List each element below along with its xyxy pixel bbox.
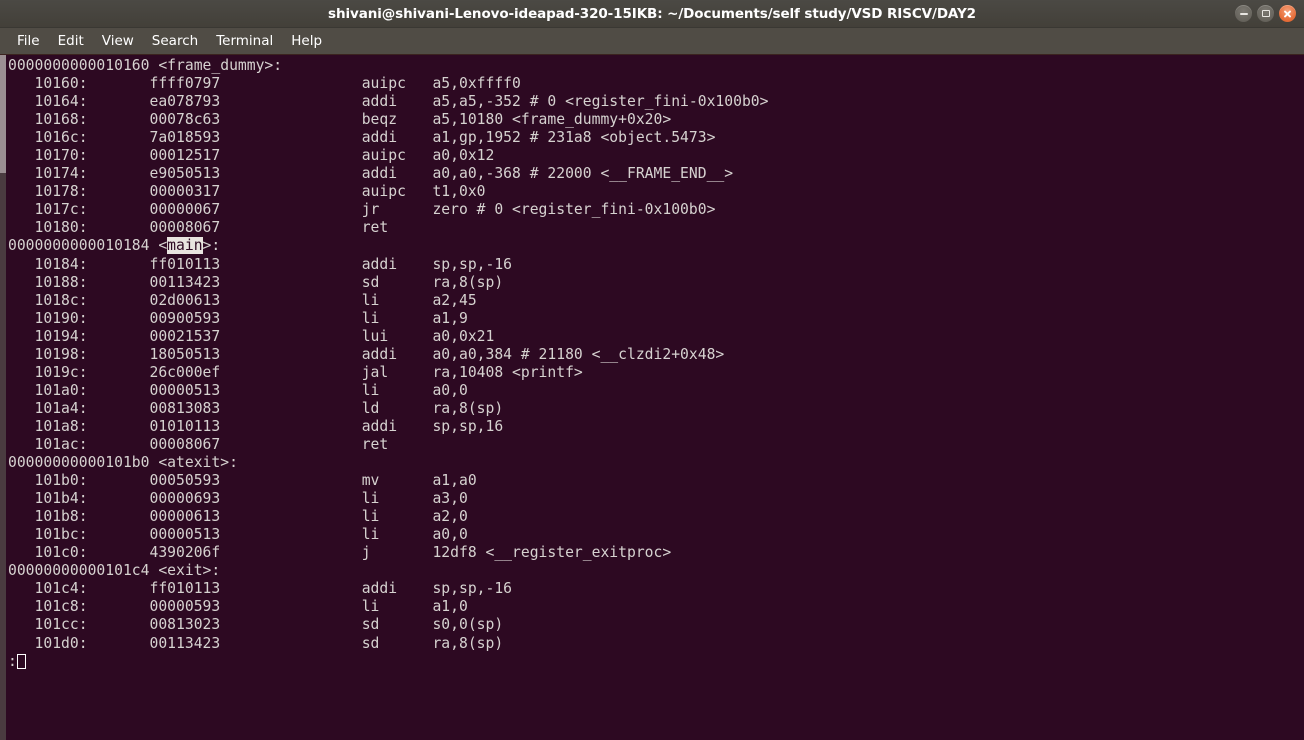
terminal-line: 10190: 00900593 li a1,9 [8, 309, 468, 327]
terminal-line: 101b8: 00000613 li a2,0 [8, 508, 468, 526]
pager-prompt-text: : [8, 652, 17, 670]
terminal-line: 101cc: 00813023 sd s0,0(sp) [8, 616, 504, 634]
menu-item-edit[interactable]: Edit [49, 31, 93, 51]
terminal-line: 10164: ea078793 addi a5,a5,-352 # 0 <reg… [8, 93, 769, 111]
maximize-button[interactable] [1257, 5, 1274, 22]
window-title: shivani@shivani-Lenovo-ideapad-320-15IKB… [328, 5, 976, 22]
search-highlight: main [167, 237, 203, 255]
terminal-line: 10170: 00012517 auipc a0,0x12 [8, 147, 495, 165]
terminal-line: 101d0: 00113423 sd ra,8(sp) [8, 634, 504, 652]
terminal-line: 10168: 00078c63 beqz a5,10180 <frame_dum… [8, 111, 672, 129]
terminal-line: 101bc: 00000513 li a0,0 [8, 526, 468, 544]
menu-item-file[interactable]: File [8, 31, 49, 51]
terminal-output[interactable]: 0000000000010160 <frame_dummy>: 10160: f… [6, 55, 1304, 740]
text-cursor [16, 653, 26, 669]
terminal-line: 101b4: 00000693 li a3,0 [8, 490, 468, 508]
terminal-line: 101c8: 00000593 li a1,0 [8, 598, 468, 616]
window-controls [1235, 0, 1296, 27]
terminal-line: 1016c: 7a018593 addi a1,gp,1952 # 231a8 … [8, 129, 716, 147]
terminal-line: 1019c: 26c000ef jal ra,10408 <printf> [8, 363, 583, 381]
close-button[interactable] [1279, 5, 1296, 22]
menu-bar: File Edit View Search Terminal Help [0, 28, 1304, 55]
terminal-line: 0000000000010184 <main>: [8, 237, 221, 255]
terminal-line: 10174: e9050513 addi a0,a0,-368 # 22000 … [8, 165, 734, 183]
terminal-line: 101a8: 01010113 addi sp,sp,16 [8, 417, 504, 435]
maximize-icon [1261, 10, 1270, 17]
terminal-line: 10180: 00008067 ret [8, 219, 389, 237]
terminal-line: 1017c: 00000067 jr zero # 0 <register_fi… [8, 201, 716, 219]
pager-prompt[interactable]: : [6, 653, 1304, 671]
terminal-line: 00000000000101b0 <atexit>: [8, 454, 238, 472]
minimize-icon [1239, 12, 1248, 15]
title-bar[interactable]: shivani@shivani-Lenovo-ideapad-320-15IKB… [0, 0, 1304, 28]
terminal-line: 10184: ff010113 addi sp,sp,-16 [8, 255, 513, 273]
terminal-line: 101c0: 4390206f j 12df8 <__register_exit… [8, 544, 672, 562]
menu-item-view[interactable]: View [93, 31, 143, 51]
menu-item-terminal[interactable]: Terminal [207, 31, 282, 51]
terminal-line: 10188: 00113423 sd ra,8(sp) [8, 273, 504, 291]
terminal-line: 101ac: 00008067 ret [8, 435, 389, 453]
menu-item-help[interactable]: Help [282, 31, 331, 51]
terminal-line: 10194: 00021537 lui a0,0x21 [8, 327, 495, 345]
terminal-line: 10160: ffff0797 auipc a5,0xffff0 [8, 75, 521, 93]
terminal-line: 101c4: ff010113 addi sp,sp,-16 [8, 580, 513, 598]
close-icon [1283, 9, 1292, 18]
terminal-window: shivani@shivani-Lenovo-ideapad-320-15IKB… [0, 0, 1304, 740]
terminal-line: 0000000000010160 <frame_dummy>: [8, 57, 283, 74]
terminal-line: 10198: 18050513 addi a0,a0,384 # 21180 <… [8, 345, 725, 363]
terminal-line: 00000000000101c4 <exit>: [8, 562, 221, 580]
minimize-button[interactable] [1235, 5, 1252, 22]
terminal-line: 101a0: 00000513 li a0,0 [8, 381, 468, 399]
terminal-line: 101a4: 00813083 ld ra,8(sp) [8, 399, 504, 417]
terminal-line: 10178: 00000317 auipc t1,0x0 [8, 183, 486, 201]
terminal-line: 101b0: 00050593 mv a1,a0 [8, 472, 477, 490]
terminal-area: 0000000000010160 <frame_dummy>: 10160: f… [0, 55, 1304, 740]
terminal-line: 1018c: 02d00613 li a2,45 [8, 291, 477, 309]
menu-item-search[interactable]: Search [143, 31, 207, 51]
